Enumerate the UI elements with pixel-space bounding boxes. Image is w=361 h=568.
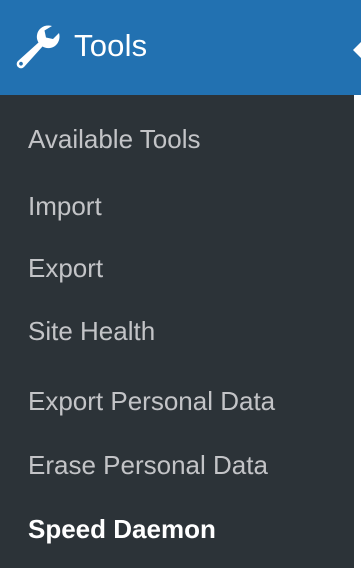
submenu-item-erase-personal-data[interactable]: Erase Personal Data: [28, 450, 268, 480]
submenu-item-available-tools[interactable]: Available Tools: [28, 124, 201, 154]
menu-header-tools[interactable]: Tools: [0, 0, 361, 95]
submenu-tools: Available Tools Import Export Site Healt…: [0, 95, 354, 568]
wrench-icon: [8, 23, 66, 69]
submenu-item-export[interactable]: Export: [28, 253, 103, 283]
admin-menu-tools: Tools Available Tools Import Export Site…: [0, 0, 361, 568]
submenu-item-export-personal-data[interactable]: Export Personal Data: [28, 386, 275, 416]
submenu-item-speed-daemon[interactable]: Speed Daemon: [28, 514, 216, 544]
submenu-item-site-health[interactable]: Site Health: [28, 316, 155, 346]
current-menu-arrow: [353, 38, 361, 62]
submenu-item-import[interactable]: Import: [28, 191, 102, 221]
menu-title: Tools: [74, 27, 148, 63]
